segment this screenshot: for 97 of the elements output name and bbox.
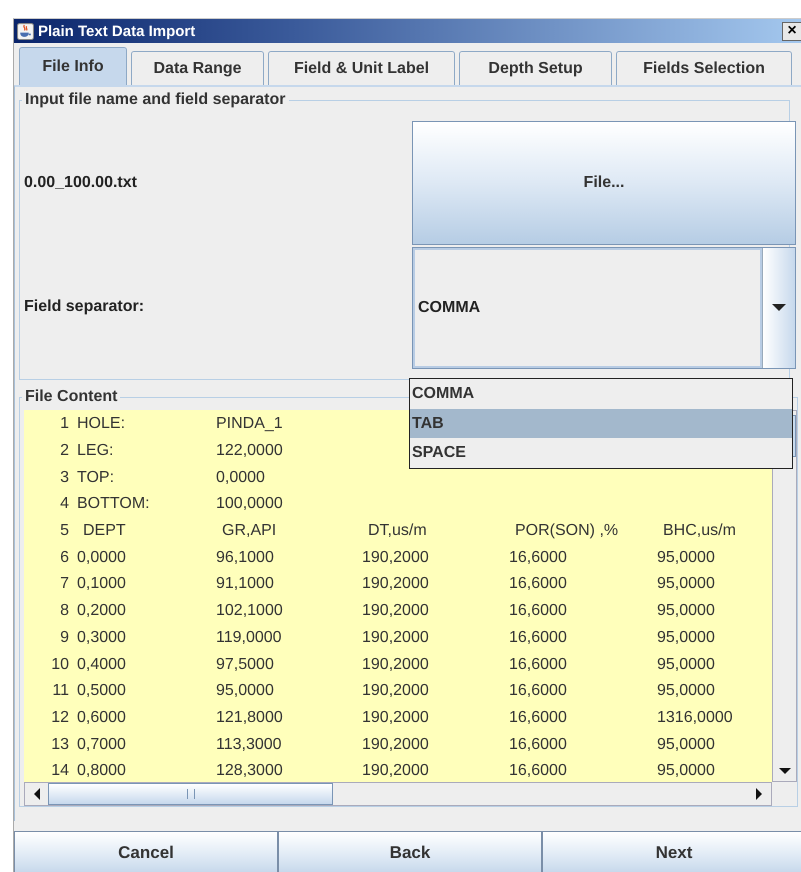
text-cell-text: 97,5000 bbox=[216, 656, 275, 674]
text-cell-text: 16,6000 bbox=[509, 656, 568, 674]
text-cell-text: 96,1000 bbox=[216, 548, 275, 567]
text-cell-text: PINDA_1 bbox=[216, 415, 284, 434]
text-cell-text: 0,0000 bbox=[76, 548, 127, 567]
text-cell-text: DEPT bbox=[82, 522, 127, 540]
separator-label: Field separator: bbox=[24, 298, 146, 316]
text-cell-text: 95,0000 bbox=[657, 575, 716, 594]
text-cell-text: LEG: bbox=[76, 442, 114, 460]
dialog-button[interactable]: Next bbox=[542, 831, 801, 872]
dropdown-option[interactable]: SPACE bbox=[410, 438, 792, 468]
tab[interactable]: Data Range bbox=[131, 51, 264, 85]
line-number: 6 bbox=[59, 548, 69, 567]
text-cell-text: 190,2000 bbox=[362, 682, 430, 700]
text-cell-text: 190,2000 bbox=[362, 628, 430, 647]
text-cell-text: 16,6000 bbox=[509, 762, 568, 780]
text-cell-text: 95,0000 bbox=[657, 628, 716, 647]
tab[interactable]: File Info bbox=[19, 47, 127, 85]
group-title: Input file name and field separator bbox=[24, 91, 286, 109]
coffee-cup-icon bbox=[17, 22, 34, 40]
text-cell-text: HOLE: bbox=[76, 415, 126, 434]
text-cell-text: 95,0000 bbox=[657, 762, 716, 780]
text-cell-text: 0,5000 bbox=[76, 682, 127, 700]
line-number: 12 bbox=[50, 708, 69, 727]
scroll-left-icon[interactable] bbox=[33, 788, 40, 800]
line-number: 7 bbox=[59, 575, 69, 594]
file-name-label: 0.00_100.00.txt bbox=[24, 174, 138, 192]
text-cell-text: TOP: bbox=[76, 468, 116, 487]
text-cell-text: 190,2000 bbox=[362, 656, 430, 674]
line-number: 14 bbox=[50, 762, 69, 780]
dialog-button[interactable]: Cancel bbox=[14, 831, 278, 872]
text-cell-text: BOTTOM: bbox=[76, 495, 151, 514]
dropdown-option[interactable]: TAB bbox=[410, 408, 792, 438]
text-cell-text: 95,0000 bbox=[657, 548, 716, 567]
line-number: 9 bbox=[59, 628, 69, 647]
text-cell-text: 95,0000 bbox=[216, 682, 275, 700]
dropdown-option[interactable]: COMMA bbox=[410, 379, 792, 408]
line-number: 10 bbox=[50, 656, 69, 674]
line-number: 2 bbox=[59, 442, 69, 460]
text-cell-text: 100,0000 bbox=[216, 495, 284, 514]
scroll-down-icon[interactable] bbox=[778, 768, 790, 775]
text-cell-text: 16,6000 bbox=[509, 548, 568, 567]
text-cell-text: 102,1000 bbox=[216, 602, 284, 620]
text-cell-text: 0,4000 bbox=[76, 656, 127, 674]
line-number: 4 bbox=[59, 495, 69, 514]
text-cell-text: 16,6000 bbox=[509, 736, 568, 754]
line-number: 13 bbox=[50, 736, 69, 754]
text-cell-text: 122,0000 bbox=[216, 442, 284, 460]
text-cell-text: 16,6000 bbox=[509, 575, 568, 594]
text-cell-text: 0,8000 bbox=[76, 762, 127, 780]
text-cell-text: 0,6000 bbox=[76, 708, 127, 727]
dialog-button[interactable]: Back bbox=[278, 831, 542, 872]
tab[interactable]: Field & Unit Label bbox=[268, 51, 455, 85]
text-cell-text: 113,3000 bbox=[216, 736, 283, 754]
separator-dropdown[interactable]: COMMA bbox=[412, 247, 796, 369]
text-cell-text: 0,7000 bbox=[76, 736, 127, 754]
text-cell-text: GR,API bbox=[221, 522, 278, 540]
text-cell-text: 95,0000 bbox=[657, 736, 716, 754]
text-cell-text: 16,6000 bbox=[509, 708, 568, 727]
text-cell-text: 16,6000 bbox=[509, 602, 568, 620]
horizontal-scrollbar[interactable] bbox=[24, 782, 772, 806]
text-cell-text: 119,0000 bbox=[216, 628, 283, 647]
line-number: 11 bbox=[51, 682, 69, 700]
text-cell-text: 95,0000 bbox=[657, 656, 716, 674]
line-number: 8 bbox=[59, 602, 69, 620]
text-cell-text: DT,us/m bbox=[367, 522, 428, 540]
text-cell-text: 95,0000 bbox=[657, 682, 716, 700]
text-cell-text: 0,1000 bbox=[76, 575, 127, 594]
text-cell-text: 190,2000 bbox=[362, 708, 430, 727]
scroll-right-icon[interactable] bbox=[756, 788, 763, 800]
text-cell-text: 91,1000 bbox=[216, 575, 275, 594]
text-cell-text: 190,2000 bbox=[362, 575, 430, 594]
window-title: Plain Text Data Import bbox=[38, 22, 196, 40]
text-cell-text: 190,2000 bbox=[362, 602, 430, 620]
text-cell-text: 128,3000 bbox=[216, 762, 284, 780]
text-cell-text: POR(SON) ,% bbox=[514, 522, 620, 540]
text-cell-text: 16,6000 bbox=[509, 682, 568, 700]
text-cell-text: 190,2000 bbox=[362, 762, 430, 780]
text-cell-text: 16,6000 bbox=[509, 628, 568, 647]
text-cell-text: 1316,0000 bbox=[657, 708, 734, 727]
text-cell-text: 0,0000 bbox=[216, 468, 266, 487]
text-cell-text: 190,2000 bbox=[362, 548, 430, 567]
text-cell-text: 121,8000 bbox=[216, 708, 284, 727]
text-cell-text: 0,2000 bbox=[76, 602, 127, 620]
line-number: 5 bbox=[59, 522, 69, 540]
text-cell-text: BHC,us/m bbox=[662, 522, 737, 540]
text-cell-text: 0,3000 bbox=[76, 628, 127, 647]
text-cell-text: 95,0000 bbox=[657, 602, 716, 620]
line-number: 1 bbox=[59, 415, 69, 434]
close-button[interactable]: × bbox=[782, 22, 801, 40]
line-number: 3 bbox=[59, 468, 69, 487]
tab[interactable]: Depth Setup bbox=[459, 51, 612, 85]
group-title: File Content bbox=[24, 388, 118, 406]
caret-icon bbox=[772, 304, 786, 312]
text-cell-text: 190,2000 bbox=[362, 736, 430, 754]
tab[interactable]: Fields Selection bbox=[616, 51, 792, 85]
file-button[interactable]: File... bbox=[412, 121, 796, 245]
